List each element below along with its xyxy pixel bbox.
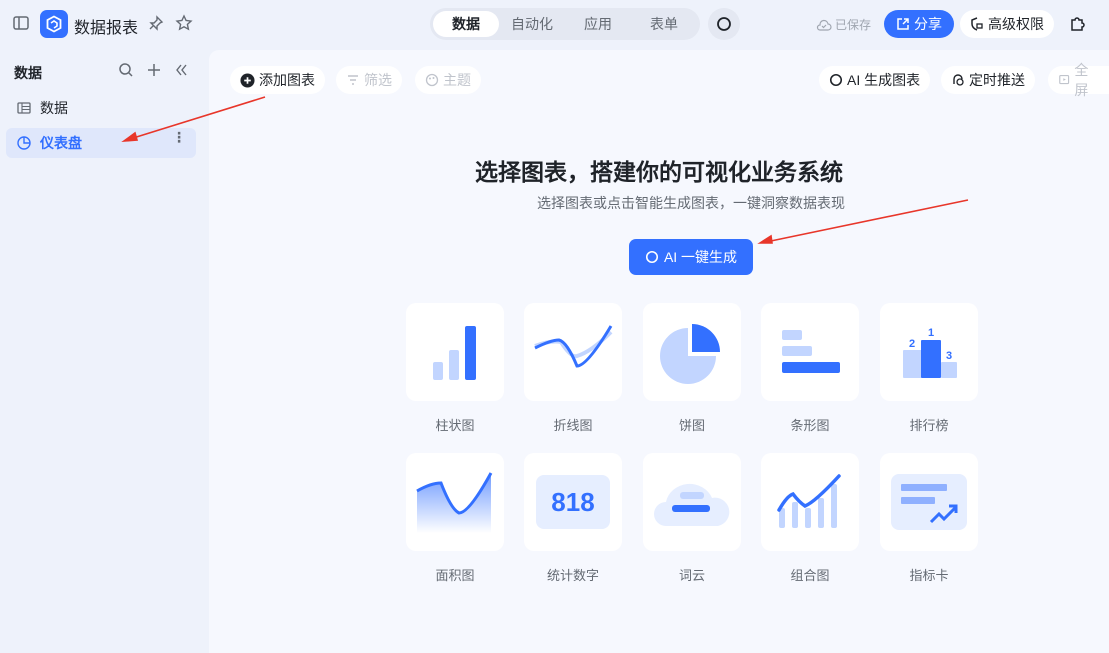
chart-type-label: 词云 [678,568,705,583]
scheduled-push-label: 定时推送 [969,72,1025,88]
fullscreen-button[interactable]: 全屏 [1048,62,1109,98]
combo-chart-icon [777,474,841,528]
sidebar-toggle-icon[interactable] [12,14,30,32]
word-cloud-icon [654,483,730,526]
theme-button[interactable]: 主题 [415,66,481,94]
chart-type-label: 柱状图 [435,418,475,433]
scheduled-push-button[interactable]: 定时推送 [941,66,1035,94]
filter-label: 筛选 [364,72,392,88]
ai-icon [645,250,658,264]
rank-2: 2 [909,338,915,350]
share-icon [897,18,909,30]
ai-assistant-button[interactable] [708,8,740,40]
palette-icon [425,73,439,87]
tab-data[interactable]: 数据 [433,11,499,37]
plus-circle-icon [240,72,255,88]
chart-type-word-cloud[interactable] [643,453,741,551]
pie-chart-icon [660,324,720,384]
filter-icon [348,75,358,85]
app-logo-icon [40,10,68,38]
chart-type-label: 排行榜 [909,418,949,433]
ai-icon [717,17,731,31]
more-icon[interactable]: ⋮ [172,130,186,144]
chart-type-label: 面积图 [435,568,475,583]
advanced-permissions-button[interactable]: 高级权限 [960,10,1054,38]
sidebar-item-label: 仪表盘 [40,135,82,151]
saved-status-text: 已保存 [835,18,872,32]
chart-type-line[interactable] [524,303,622,401]
view-tabs: 数据 自动化 应用 表单 [430,8,700,40]
statistic-number-icon: 818 [536,475,610,529]
collapse-icon[interactable] [173,62,189,78]
metric-card-icon [891,474,967,530]
page-subtitle: 选择图表或点击智能生成图表，一键洞察数据表现 [537,195,845,211]
sidebar-item-label: 数据 [40,100,68,116]
filter-button[interactable]: 筛选 [336,66,402,94]
chart-type-metric-card[interactable] [880,453,978,551]
dashboard-icon [17,136,31,150]
add-chart-button[interactable]: 添加图表 [230,66,325,94]
share-label: 分享 [914,16,942,32]
plugin-icon[interactable] [1069,14,1087,32]
pin-icon[interactable] [148,15,164,31]
chart-type-label: 饼图 [678,418,705,433]
chart-type-label: 组合图 [790,568,830,583]
dashboard-canvas: 添加图表 筛选 主题 AI 生成图表 定时推送 全屏 选择图表，搭建你的可视化业… [209,50,1109,653]
ai-generate-label: AI 一键生成 [663,249,738,265]
bar-chart-icon [433,326,476,380]
chart-type-statistic[interactable]: 818 [524,453,622,551]
tab-automation[interactable]: 自动化 [499,11,565,37]
sidebar-item-data[interactable]: 数据 [6,93,196,123]
line-chart-icon [534,325,613,368]
top-bar: 数据报表 数据 自动化 应用 表单 已保存 分享 高级权限 [0,0,1109,48]
chart-type-label: 统计数字 [546,568,599,583]
table-icon [17,102,31,114]
chart-type-horizontal-bar[interactable] [761,303,859,401]
theme-label: 主题 [443,72,471,88]
add-icon[interactable] [146,62,162,78]
cloud-check-icon [816,19,832,31]
chart-type-bar[interactable] [406,303,504,401]
chart-type-label: 条形图 [790,418,830,433]
chart-type-pie[interactable] [643,303,741,401]
area-chart-icon [416,472,493,533]
rank-1: 1 [928,327,934,339]
horizontal-bar-icon [782,330,840,373]
ai-generate-button[interactable]: AI 一键生成 [629,239,753,275]
sidebar-item-dashboard[interactable]: 仪表盘 ⋮ [6,128,196,158]
share-button[interactable]: 分享 [884,10,954,38]
chart-type-label: 折线图 [553,418,593,433]
ai-chart-label: AI 生成图表 [847,72,921,88]
add-chart-label: 添加图表 [259,72,315,88]
chart-type-area[interactable] [406,453,504,551]
sidebar-heading: 数据 [14,65,42,81]
page-headline: 选择图表，搭建你的可视化业务系统 [475,159,843,185]
rank-3: 3 [946,350,952,362]
alarm-icon [953,74,964,86]
lock-shield-icon [971,17,983,31]
star-icon[interactable] [175,14,193,32]
chart-type-combo[interactable] [761,453,859,551]
tab-apps[interactable]: 应用 [565,11,631,37]
permissions-label: 高级权限 [988,16,1044,32]
fullscreen-icon [1059,75,1070,85]
search-icon[interactable] [118,62,134,78]
chart-type-label: 指标卡 [909,568,949,583]
app-title: 数据报表 [74,20,139,37]
ai-icon [829,73,843,87]
chart-type-ranking[interactable]: 1 2 3 [880,303,978,401]
sidebar: 数据 数据 仪表盘 ⋮ [0,48,208,653]
ai-chart-button[interactable]: AI 生成图表 [819,66,931,94]
fullscreen-label: 全屏 [1074,62,1089,98]
tab-forms[interactable]: 表单 [631,11,697,37]
podium-icon: 1 2 3 [903,327,957,378]
saved-status: 已保存 [816,16,871,33]
